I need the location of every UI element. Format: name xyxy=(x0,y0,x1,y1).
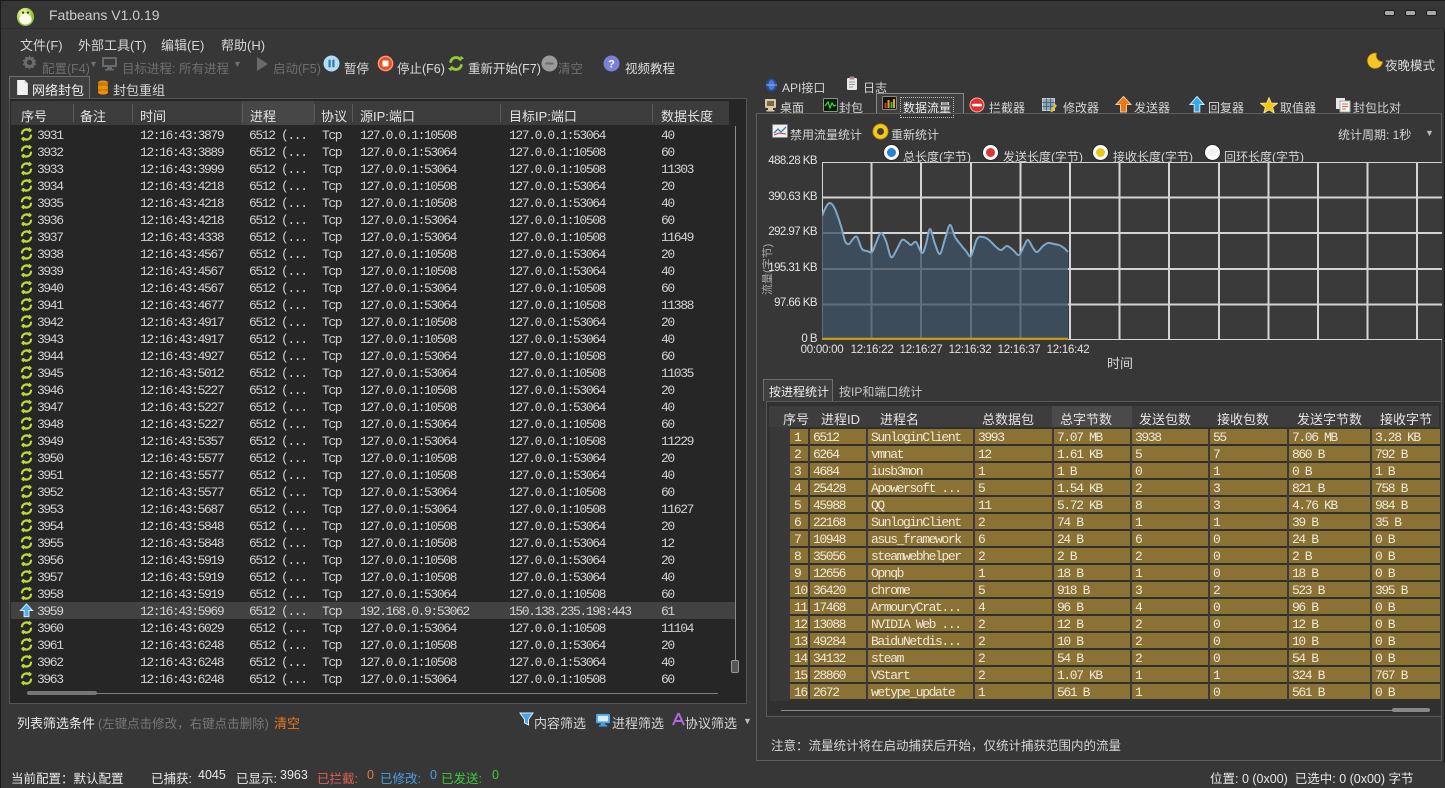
svg-text:?: ? xyxy=(608,59,615,71)
